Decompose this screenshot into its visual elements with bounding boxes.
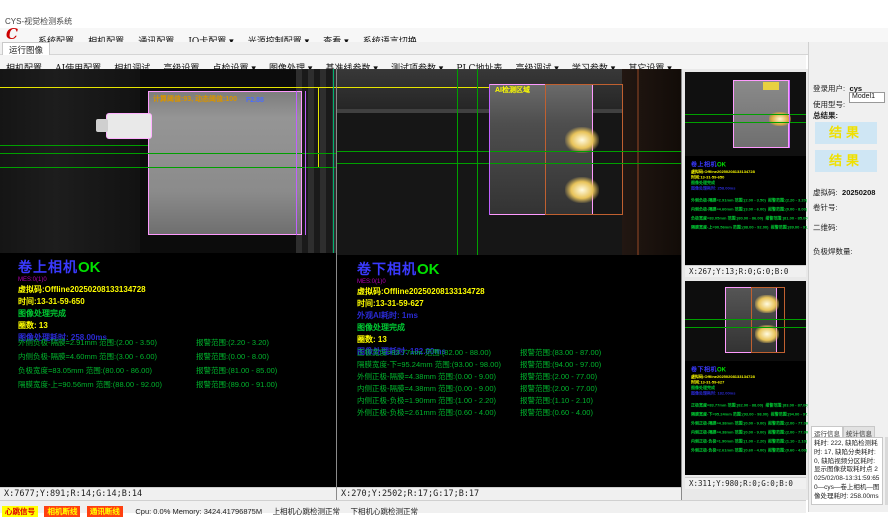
mini-top-coord-bar: X:267;Y:13;R:0;G:0;B:0 — [685, 265, 806, 277]
measure-line — [0, 153, 336, 154]
result-box-2: 结果 — [815, 150, 877, 172]
blue-tag-label: F2.88 — [246, 97, 264, 104]
mini-glow — [763, 82, 779, 90]
heartbeat-badge: 心跳信号 — [2, 506, 38, 517]
mini-top-image — [685, 72, 806, 156]
toolbar: 相机配置 AI使用配置 相机调试 高级设置 点检设置 ▾ 图像处理 ▾ 基准线参… — [0, 55, 806, 69]
lower-camera-heartbeat-status: 下相机心跳检测正常 — [351, 506, 419, 517]
mini-bottom-text: 卷下相机OK 虚拟码:Offline20250208133134728 时间:1… — [691, 365, 816, 454]
mini-top-text: 卷上相机OK 虚拟码:Offline20250208133134728 时间:1… — [691, 160, 816, 231]
window-title: CYS-视觉检测系统 — [0, 16, 888, 28]
cell-region-overlay: 计算阈值:93, 动态阈值:100 — [148, 91, 302, 235]
mid-coord-bar: X:270;Y:2502;R:17;G:17;B:17 — [337, 487, 681, 500]
glow-spot — [565, 127, 599, 153]
ai-region-label: AI检测区域 — [495, 85, 530, 95]
cpu-memory-status: Cpu: 0.0% Memory: 3424.41796875M — [135, 507, 262, 516]
model-label: 使用型号: — [813, 100, 845, 109]
needle-label: 卷针号: — [813, 202, 838, 213]
mid-camera-image: AI检测区域 — [337, 69, 681, 255]
mid-mes-line: MES:0(1)0 — [357, 279, 485, 285]
mini-bottom-coord-bar: X:311;Y:980;R:0;G:0;B:0 — [685, 477, 806, 489]
mid-camera-view[interactable]: AI检测区域 卷下相机OK MES:0(1)0 虚拟码:Offline20250… — [337, 69, 681, 487]
mini-panel-column: 卷上相机OK 虚拟码:Offline20250208133134728 时间:1… — [682, 69, 808, 500]
left-camera-status: OK — [78, 259, 101, 276]
left-camera-image: 计算阈值:93, 动态阈值:100 F2.88 — [0, 69, 336, 253]
left-code-line: 虚拟码:Offline20250208133134728 — [18, 284, 146, 295]
left-time-line: 时间:13-31-59-650 — [18, 296, 146, 307]
left-done-line: 图像处理完成 — [18, 308, 146, 319]
menu-bar: C 系统配置 相机配置 通讯配置 IO卡配置 ▾ 光源控制配置 ▾ 查看 ▾ 系… — [0, 28, 888, 42]
login-user-label: 登录用户: — [813, 84, 845, 93]
comm-offline-badge: 通讯断线 — [87, 506, 123, 517]
side-tabs: 运行信息统计信息报警信息 — [811, 426, 888, 437]
threshold-overlay-label: 计算阈值:93, 动态阈值:100 — [153, 94, 237, 104]
mini-bottom-view[interactable]: 卷下相机OK 虚拟码:Offline20250208133134728 时间:1… — [685, 281, 806, 475]
mini-bottom-image — [685, 281, 806, 361]
qrcode-label: 二维码: — [813, 222, 838, 233]
mid-ai-line: 外观AI耗时: 1ms — [357, 310, 485, 321]
left-camera-view[interactable]: 计算阈值:93, 动态阈值:100 F2.88 卷上相机OK MES:0(1)0… — [0, 69, 336, 487]
side-panel: 登录用户: cys 使用型号: Model1 总结果: 结果 结果 虚拟码: 2… — [808, 42, 888, 512]
result-box-1: 结果 — [815, 122, 877, 144]
yellow-guide-line — [0, 87, 336, 88]
mid-done-line: 图像处理完成 — [357, 322, 485, 333]
left-camera-title: 卷上相机 — [18, 259, 78, 275]
tab-run-image[interactable]: 运行图像 — [2, 42, 50, 55]
left-mes-line: MES:0(1)0 — [18, 277, 146, 283]
app-logo-icon: C — [6, 25, 30, 41]
mid-camera-title: 卷下相机 — [357, 261, 417, 277]
mid-camera-status: OK — [417, 261, 440, 278]
virtual-code-label: 虚拟码: — [813, 188, 838, 197]
app-window: CYS-视觉检测系统 C 系统配置 相机配置 通讯配置 IO卡配置 ▾ 光源控制… — [0, 0, 888, 522]
upper-camera-heartbeat-status: 上相机心跳检测正常 — [273, 506, 341, 517]
negative-weld-count-label: 负极焊数量: — [813, 246, 853, 257]
run-info-log[interactable]: 耗时: 222, 缺陷检测耗时: 17, 缺陷分类耗时: 0, 缺陷视频分区耗时… — [811, 437, 883, 505]
left-coord-bar: X:7677;Y:891;R:14;G:14;B:14 — [0, 487, 336, 500]
camera-offline-badge: 相机断线 — [44, 506, 80, 517]
connector-part — [106, 113, 152, 139]
mid-code-line: 虚拟码:Offline20250208133134728 — [357, 286, 485, 297]
mini-top-view[interactable]: 卷上相机OK 虚拟码:Offline20250208133134728 时间:1… — [685, 72, 806, 265]
glow-spot — [565, 177, 599, 203]
tab-strip: 运行图像 — [0, 42, 888, 55]
mid-time-line: 时间:13-31-59-627 — [357, 298, 485, 309]
status-bar: 心跳信号 相机断线 通讯断线 Cpu: 0.0% Memory: 3424.41… — [0, 500, 806, 513]
total-result-label: 总结果: — [813, 110, 838, 121]
left-turns-line: 圈数: 13 — [18, 320, 146, 331]
mid-turns-line: 圈数: 13 — [357, 334, 485, 345]
virtual-code-value: 20250208 — [842, 188, 875, 197]
model-select[interactable]: Model1 — [849, 92, 885, 103]
